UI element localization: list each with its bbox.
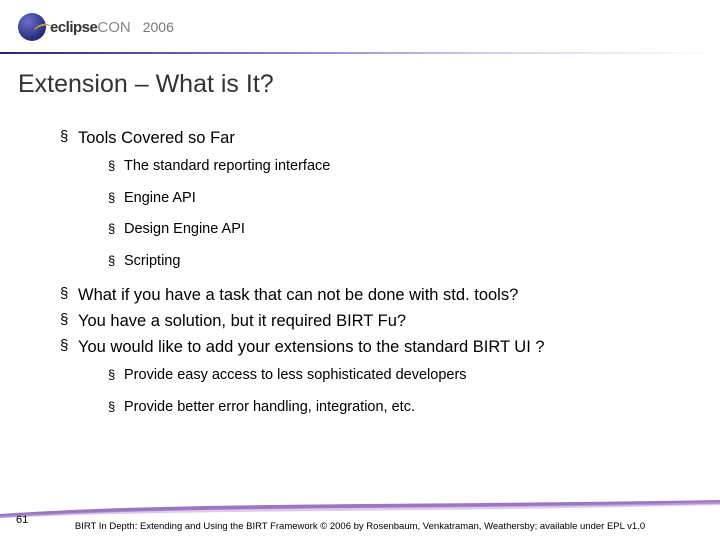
sub-bullet: Provide easy access to less sophisticate… — [108, 366, 700, 386]
sub-bullet: Design Engine API — [108, 220, 700, 240]
logo-text: eclipseCON — [50, 19, 131, 36]
slide-title: Extension – What is It? — [0, 54, 720, 99]
sub-bullet: Provide better error handling, integrati… — [108, 398, 700, 418]
slide-footer: 61 BIRT In Depth: Extending and Using th… — [0, 490, 720, 540]
sub-bullet: Scripting — [108, 252, 700, 272]
logo-year: 2006 — [143, 19, 174, 35]
footer-swoosh-icon — [0, 500, 720, 518]
eclipse-orb-icon — [18, 13, 46, 41]
slide-content: Tools Covered so Far The standard report… — [0, 99, 720, 417]
bullet-tools-covered: Tools Covered so Far The standard report… — [60, 127, 700, 272]
logo-light: CON — [97, 19, 130, 36]
bullet-solution: You have a solution, but it required BIR… — [60, 310, 700, 332]
bullet-text: You would like to add your extensions to… — [78, 338, 545, 356]
header-divider — [0, 52, 720, 54]
logo-bold: eclipse — [50, 19, 97, 36]
bullet-what-if: What if you have a task that can not be … — [60, 284, 700, 306]
bullet-text: Tools Covered so Far — [78, 129, 235, 147]
bullet-extensions: You would like to add your extensions to… — [60, 336, 700, 417]
slide-header: eclipseCON 2006 — [0, 0, 720, 54]
sub-bullet: The standard reporting interface — [108, 157, 700, 177]
logo: eclipseCON 2006 — [18, 13, 174, 41]
sub-bullet: Engine API — [108, 189, 700, 209]
copyright-text: BIRT In Depth: Extending and Using the B… — [0, 521, 720, 532]
